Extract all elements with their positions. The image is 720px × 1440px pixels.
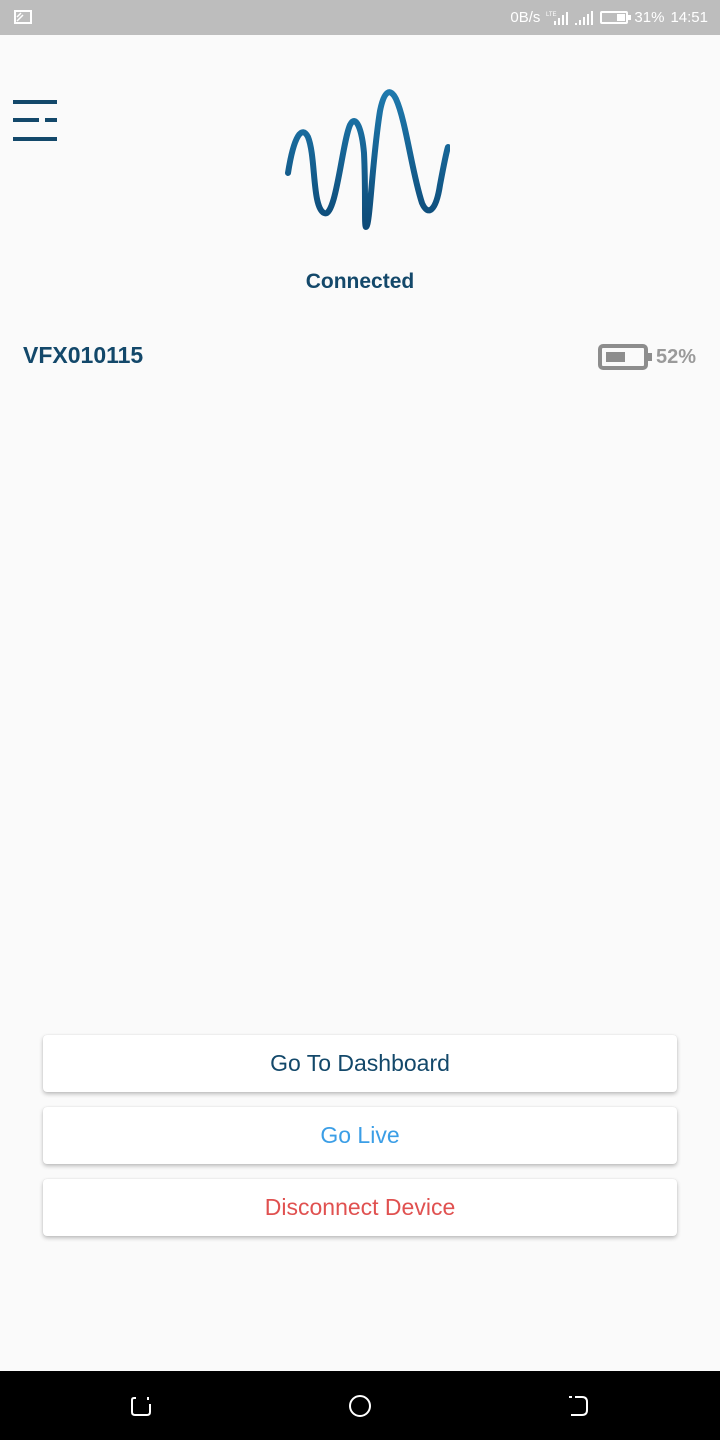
menu-icon[interactable] xyxy=(13,100,59,145)
network-type: LTE xyxy=(546,12,557,18)
signal-icon: LTE xyxy=(546,11,569,25)
signal-icon xyxy=(575,10,594,25)
go-to-dashboard-button[interactable]: Go To Dashboard xyxy=(43,1035,677,1092)
back-icon[interactable] xyxy=(565,1393,591,1419)
device-id: VFX010115 xyxy=(23,342,144,368)
disconnect-device-button[interactable]: Disconnect Device xyxy=(43,1179,677,1236)
connection-status: Connected xyxy=(305,270,415,293)
recents-icon[interactable] xyxy=(128,1393,154,1419)
battery-icon xyxy=(597,344,652,370)
navigation-bar xyxy=(0,1371,720,1440)
status-right-group: 0B/s LTE 31% 14:51 xyxy=(510,0,708,35)
go-live-button[interactable]: Go Live xyxy=(43,1107,677,1164)
cast-icon xyxy=(14,10,32,24)
device-battery: 52% xyxy=(597,342,696,372)
status-time: 14:51 xyxy=(670,9,708,26)
network-speed: 0B/s xyxy=(510,9,541,26)
status-bar: 0B/s LTE 31% 14:51 xyxy=(0,0,720,35)
status-battery-percent: 31% xyxy=(634,9,665,26)
device-battery-percent: 52% xyxy=(655,345,696,368)
battery-icon xyxy=(600,11,632,24)
wave-logo xyxy=(285,89,450,230)
home-icon[interactable] xyxy=(347,1393,373,1419)
